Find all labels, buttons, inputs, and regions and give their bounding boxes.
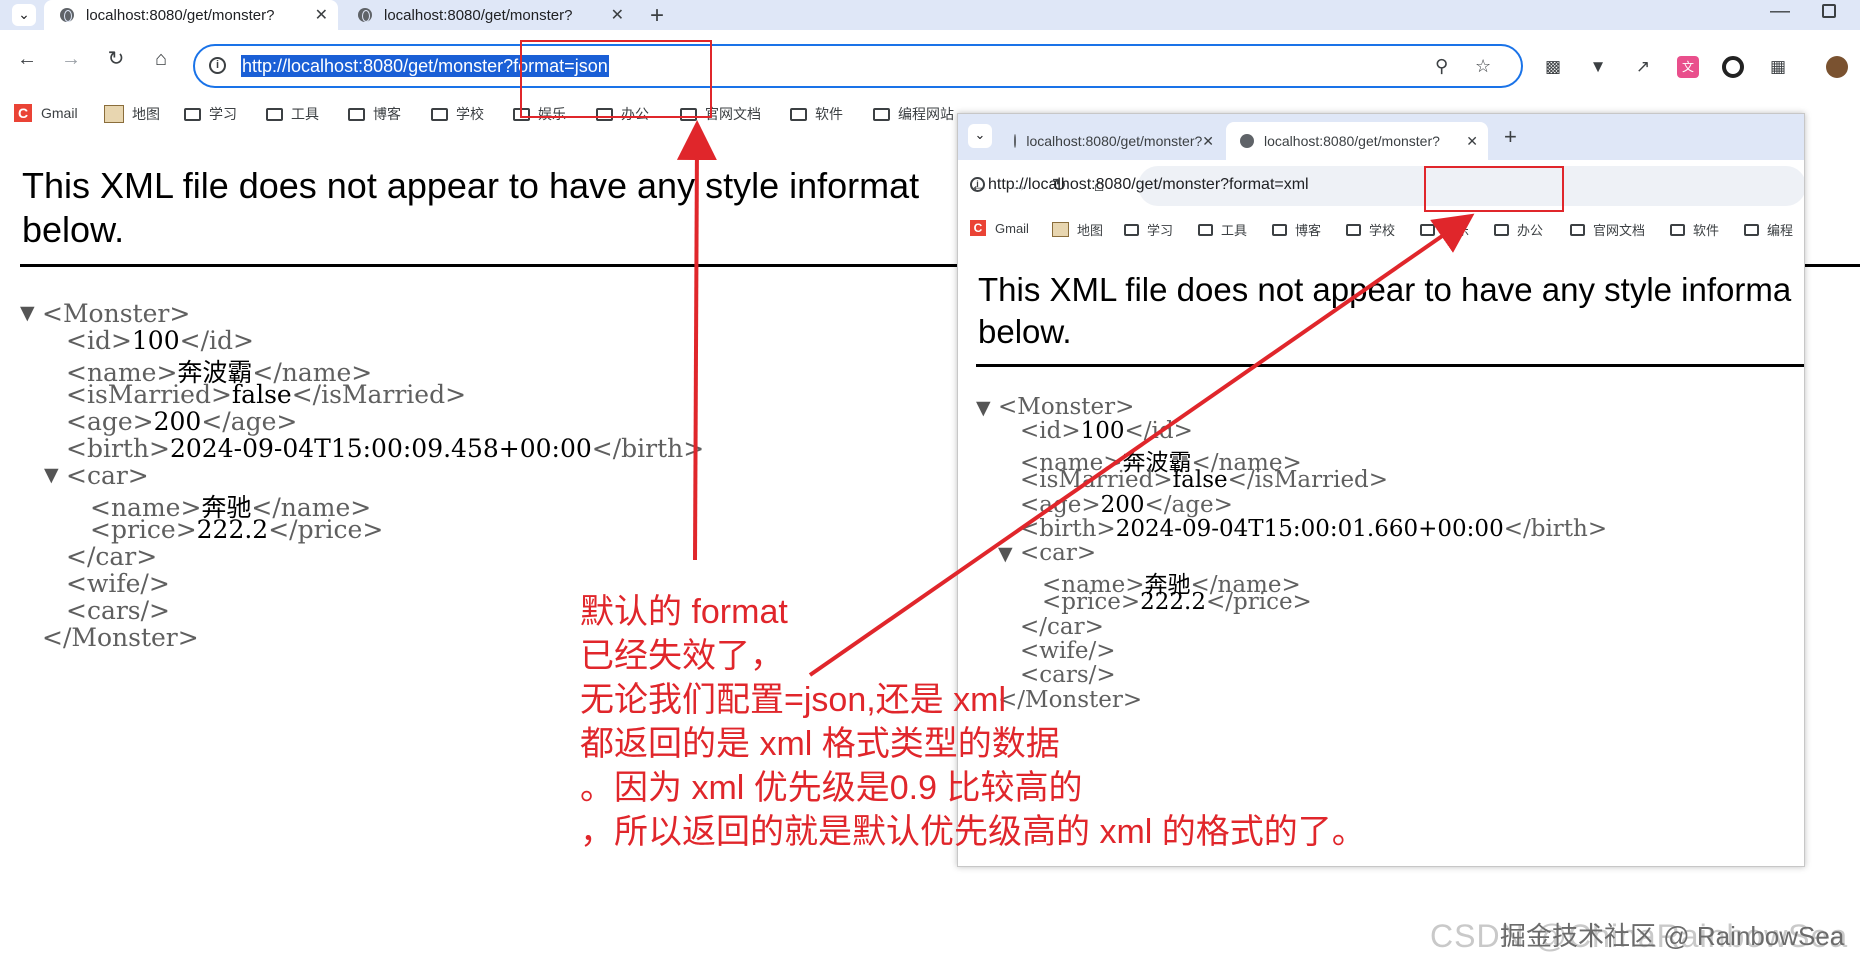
annotation-line: 。因为 xml 优先级是0.9 比较高的 (580, 769, 1083, 807)
arrow-to-json-url (676, 120, 717, 561)
annotation-line: ，所以返回的就是默认优先级高的 xml 的格式的了。 (580, 813, 1366, 851)
annotation-line: 默认的 format (580, 593, 788, 631)
annotation-line: 都返回的是 xml 格式类型的数据 (580, 725, 1060, 763)
watermark-overlay: 掘金技术社区 @ RainbowSea (1500, 921, 1845, 951)
annotation-text: 默认的 format 已经失效了， 无论我们配置=json,还是 xml 都返回的是 … (580, 590, 1366, 854)
annotation-line: 无论我们配置=json,还是 xml (580, 681, 1006, 719)
annotation-line: 已经失效了， (580, 637, 784, 675)
